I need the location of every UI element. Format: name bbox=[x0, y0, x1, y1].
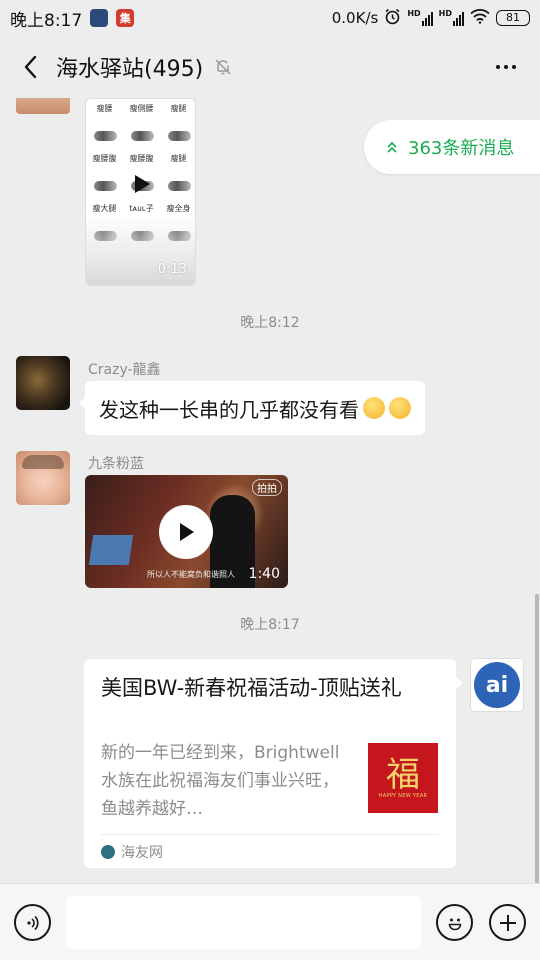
link-card-thumbnail: 福 HAPPY NEW YEAR bbox=[368, 743, 438, 813]
ai-logo-icon: ai bbox=[474, 662, 520, 708]
timestamp: 晚上8:12 bbox=[240, 315, 300, 331]
thinking-face-emoji-icon bbox=[389, 397, 411, 419]
signal-icon-2: HD bbox=[439, 10, 464, 26]
app-notification-icon bbox=[90, 9, 109, 27]
more-options-button[interactable] bbox=[490, 59, 522, 75]
thumbnail-cell: 瘦侧腰 bbox=[123, 103, 160, 147]
thumbnail-cell: 瘦腰 bbox=[86, 103, 123, 147]
bell-muted-icon bbox=[213, 57, 233, 77]
avatar[interactable] bbox=[16, 451, 70, 505]
network-speed: 0.0K/s bbox=[331, 9, 379, 27]
video-source-badge: 拍拍 bbox=[252, 479, 282, 496]
new-messages-label: 363条新消息 bbox=[408, 138, 515, 159]
alarm-icon bbox=[384, 8, 401, 29]
more-dot-icon bbox=[496, 65, 500, 69]
sender-name: 九条粉蓝 bbox=[88, 456, 144, 472]
thumbnail-cell: 瘦腿 bbox=[160, 153, 195, 197]
source-name: 海友网 bbox=[121, 845, 163, 861]
status-right: 0.0K/s HD HD 81 bbox=[332, 8, 530, 29]
app-notification-icon-2: 集 bbox=[116, 9, 135, 27]
play-icon[interactable] bbox=[128, 171, 154, 197]
voice-icon bbox=[26, 915, 39, 930]
thumbnail-cell: 瘦腰腹 bbox=[86, 153, 123, 197]
avatar[interactable] bbox=[16, 98, 70, 114]
smiley-icon bbox=[448, 918, 461, 930]
play-icon bbox=[180, 523, 194, 541]
chat-header: 海水驿站(495) bbox=[0, 36, 540, 98]
scrollbar[interactable] bbox=[535, 594, 539, 883]
thumbnail-cell: 瘦腿 bbox=[160, 103, 195, 147]
link-card-source: 海友网 bbox=[101, 842, 163, 862]
video-duration: 0:13 bbox=[157, 262, 187, 277]
input-bar bbox=[0, 883, 540, 960]
thumbnail-fu-char: 福 bbox=[386, 755, 420, 795]
more-dot-icon bbox=[512, 65, 516, 69]
thumbnail-subtitle: HAPPY NEW YEAR bbox=[378, 793, 428, 799]
avatar[interactable]: ai bbox=[470, 658, 524, 712]
avatar[interactable] bbox=[16, 356, 70, 410]
video-caption: 所以人不能窝负和谐照人 bbox=[147, 570, 235, 579]
status-bar: 晚上8:17 集 0.0K/s HD HD 81 bbox=[0, 0, 540, 36]
source-logo-icon bbox=[101, 845, 115, 859]
back-button[interactable] bbox=[18, 52, 42, 82]
message-text: 发这种一长串的几乎都没有看 bbox=[99, 397, 359, 422]
link-card-title: 美国BW-新春祝福活动-顶贴送礼 bbox=[101, 676, 402, 700]
sender-name: Crazy-龍鑫 bbox=[88, 362, 161, 378]
message-input[interactable] bbox=[66, 896, 421, 949]
chevron-left-icon bbox=[24, 55, 37, 79]
battery-icon: 81 bbox=[496, 10, 530, 26]
video-message[interactable]: 瘦腰 瘦侧腰 瘦腿 瘦腰腹 瘦腰腹 瘦腿 瘦大腿 tᴀᴜʟ子 瘦全身 0:13 bbox=[85, 98, 196, 286]
more-dot-icon bbox=[504, 65, 508, 69]
new-messages-button[interactable]: 363条新消息 bbox=[364, 120, 540, 174]
emoji-button[interactable] bbox=[436, 904, 473, 941]
status-time: 晚上8:17 bbox=[10, 10, 83, 31]
message-bubble[interactable]: 发这种一长串的几乎都没有看 bbox=[79, 381, 425, 435]
thinking-face-emoji-icon bbox=[363, 397, 385, 419]
more-actions-button[interactable] bbox=[489, 904, 526, 941]
play-button[interactable] bbox=[159, 505, 213, 559]
wifi-icon bbox=[470, 8, 490, 28]
voice-button[interactable] bbox=[14, 904, 51, 941]
timestamp: 晚上8:17 bbox=[240, 617, 300, 633]
link-card-description: 新的一年已经到来，Brightwell水族在此祝福海友们事业兴旺，鱼越养越好… bbox=[101, 743, 340, 819]
chat-messages[interactable]: 瘦腰 瘦侧腰 瘦腿 瘦腰腹 瘦腰腹 瘦腿 瘦大腿 tᴀᴜʟ子 瘦全身 0:13 … bbox=[0, 98, 540, 883]
video-message[interactable]: 拍拍 所以人不能窝负和谐照人 1:40 bbox=[85, 475, 288, 588]
video-duration: 1:40 bbox=[248, 566, 280, 582]
plus-icon bbox=[499, 914, 516, 931]
link-card[interactable]: 美国BW-新春祝福活动-顶贴送礼 新的一年已经到来，Brightwell水族在此… bbox=[84, 659, 463, 868]
divider bbox=[101, 834, 439, 835]
chat-title: 海水驿站(495) bbox=[56, 57, 204, 82]
status-left: 晚上8:17 集 bbox=[10, 6, 135, 31]
signal-icon: HD bbox=[407, 10, 433, 26]
double-chevron-up-icon bbox=[387, 141, 397, 153]
